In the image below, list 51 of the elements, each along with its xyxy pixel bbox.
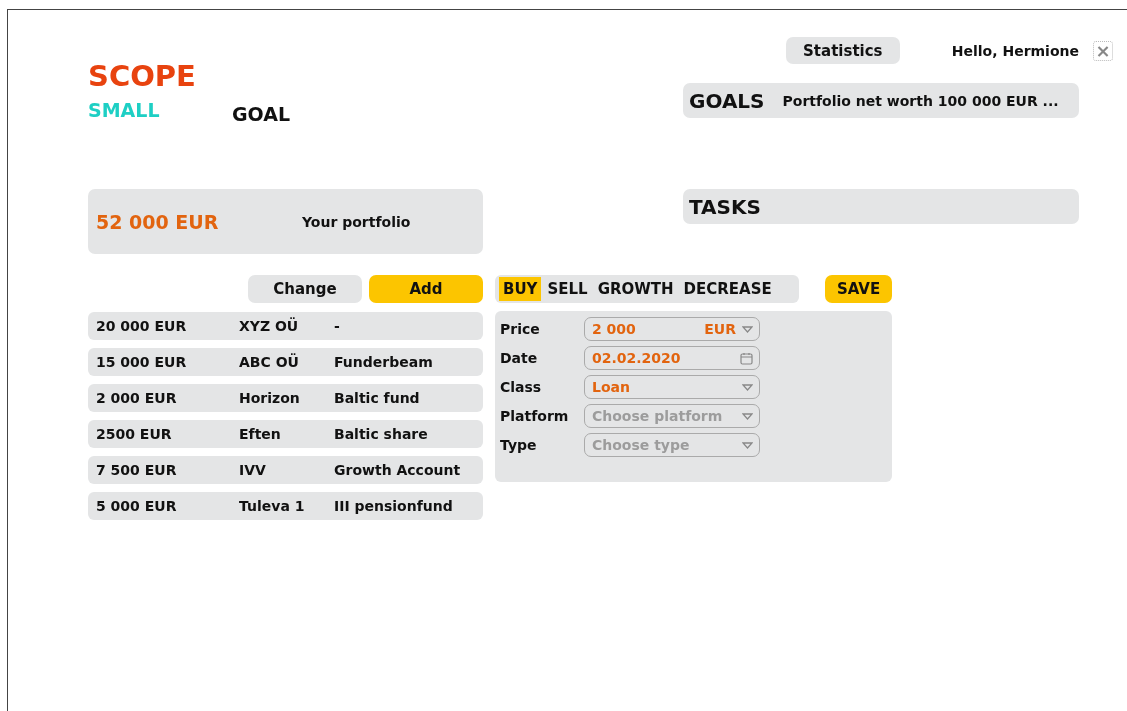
holding-platform: Growth Account	[334, 462, 462, 478]
logo-word: SMALL	[88, 99, 161, 123]
portfolio-total: 52 000 EUR	[96, 210, 220, 233]
save-button[interactable]: SAVE	[825, 275, 892, 303]
dropdown-arrow-icon	[742, 441, 753, 449]
transaction-tab[interactable]: BUY	[499, 277, 542, 301]
holding-name: ABC OÜ	[239, 354, 300, 370]
holding-amount: 2500 EUR	[96, 426, 173, 442]
change-button[interactable]: Change	[248, 275, 362, 303]
field-label: Class	[500, 379, 543, 395]
holding-amount: 7 500 EUR	[96, 462, 178, 478]
field-label: Price	[500, 321, 541, 337]
dropdown-arrow-icon	[742, 325, 753, 333]
portfolio-label: Your portfolio	[302, 213, 411, 230]
holding-name: XYZ OÜ	[239, 318, 300, 334]
dropdown-arrow-icon	[742, 383, 753, 391]
holding-platform: III pensionfund	[334, 498, 454, 514]
holding-name: IVV	[239, 462, 267, 478]
dropdown-arrow-icon	[742, 412, 753, 420]
goal-text: Portfolio net worth 100 000 EUR ...	[782, 92, 1059, 109]
field-label: Date	[500, 350, 539, 366]
holding-row[interactable]: 2 000 EUR Horizon Baltic fund	[88, 384, 483, 412]
add-button[interactable]: Add	[369, 275, 483, 303]
holding-platform: Baltic fund	[334, 390, 421, 406]
greeting-text: Hello, Hermione	[951, 42, 1079, 59]
calendar-icon	[740, 351, 753, 365]
transaction-tab[interactable]: GROWTH	[593, 277, 678, 301]
statistics-button[interactable]: Statistics	[785, 37, 900, 64]
transaction-tab[interactable]: SELL	[543, 277, 592, 301]
holding-name: Horizon	[239, 390, 301, 406]
holding-name: Tuleva 1	[239, 498, 306, 514]
logo-title: SCOPE	[88, 59, 197, 93]
holding-amount: 20 000 EUR	[96, 318, 188, 334]
holding-row[interactable]: 2500 EUR Eften Baltic share	[88, 420, 483, 448]
holding-row[interactable]: 15 000 EUR ABC OÜ Funderbeam	[88, 348, 483, 376]
holding-amount: 15 000 EUR	[96, 354, 188, 370]
holding-platform: Funderbeam	[334, 354, 434, 370]
goals-title: GOALS	[689, 88, 765, 113]
holding-platform: -	[334, 318, 341, 334]
field-label: Platform	[500, 408, 570, 424]
field-label: Type	[500, 437, 538, 453]
holding-row[interactable]: 20 000 EUR XYZ OÜ -	[88, 312, 483, 340]
holding-amount: 5 000 EUR	[96, 498, 178, 514]
transaction-tab[interactable]: DECREASE	[679, 277, 776, 301]
tasks-title: TASKS	[689, 194, 761, 219]
holding-amount: 2 000 EUR	[96, 390, 178, 406]
holding-row[interactable]: 7 500 EUR IVV Growth Account	[88, 456, 483, 484]
holding-name: Eften	[239, 426, 282, 442]
logo-word: GOAL	[232, 103, 292, 125]
holding-row[interactable]: 5 000 EUR Tuleva 1 III pensionfund	[88, 492, 483, 520]
holding-platform: Baltic share	[334, 426, 429, 442]
